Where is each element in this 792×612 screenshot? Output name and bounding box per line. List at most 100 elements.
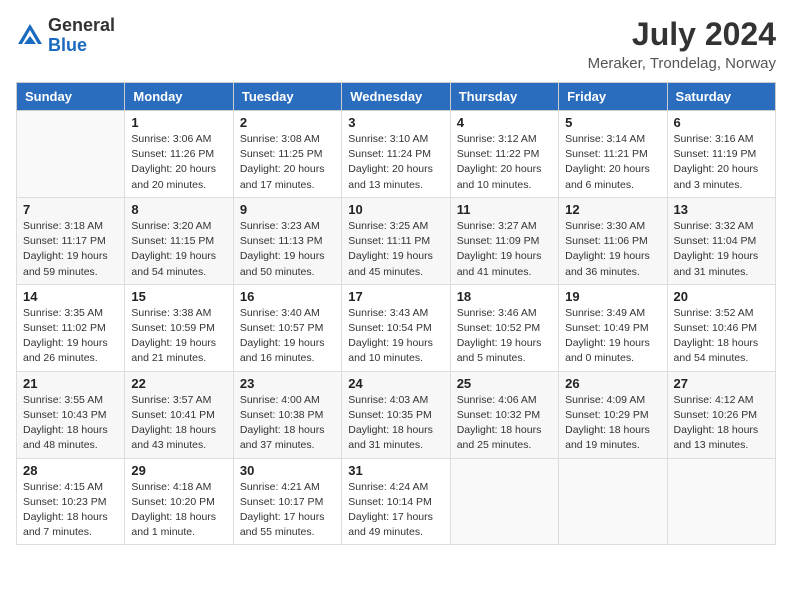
day-cell: 5Sunrise: 3:14 AM Sunset: 11:21 PM Dayli… (559, 111, 667, 198)
week-row-4: 21 Sunrise: 3:55 AM Sunset: 10:43 PM Dayl… (17, 371, 776, 458)
day-cell: 15 Sunrise: 3:38 AM Sunset: 10:59 PM Dayl… (125, 284, 233, 371)
day-info: Sunrise: 4:21 AM Sunset: 10:17 PM Daylig… (240, 480, 335, 541)
day-cell: 26 Sunrise: 4:09 AM Sunset: 10:29 PM Dayl… (559, 371, 667, 458)
day-number: 13 (674, 202, 769, 217)
column-header-thursday: Thursday (450, 83, 558, 111)
day-cell: 1Sunrise: 3:06 AM Sunset: 11:26 PM Dayli… (125, 111, 233, 198)
calendar-header-row: SundayMondayTuesdayWednesdayThursdayFrid… (17, 83, 776, 111)
day-info: Sunrise: 4:09 AM Sunset: 10:29 PM Daylig… (565, 393, 660, 454)
week-row-2: 7 Sunrise: 3:18 AM Sunset: 11:17 PM Dayli… (17, 197, 776, 284)
day-info: Sunrise: 3:43 AM Sunset: 10:54 PM Daylig… (348, 306, 443, 367)
day-info: Sunrise: 3:25 AM Sunset: 11:11 PM Daylig… (348, 219, 443, 280)
week-row-1: 1Sunrise: 3:06 AM Sunset: 11:26 PM Dayli… (17, 111, 776, 198)
day-info: Sunrise: 3:27 AM Sunset: 11:09 PM Daylig… (457, 219, 552, 280)
page-header: General Blue July 2024 Meraker, Trondela… (16, 16, 776, 72)
day-number: 4 (457, 115, 552, 130)
day-info: Sunrise: 3:20 AM Sunset: 11:15 PM Daylig… (131, 219, 226, 280)
day-cell: 10 Sunrise: 3:25 AM Sunset: 11:11 PM Dayl… (342, 197, 450, 284)
day-number: 24 (348, 376, 443, 391)
day-number: 26 (565, 376, 660, 391)
day-number: 15 (131, 289, 226, 304)
day-cell: 4 Sunrise: 3:12 AM Sunset: 11:22 PM Dayli… (450, 111, 558, 198)
day-cell: 29 Sunrise: 4:18 AM Sunset: 10:20 PM Dayl… (125, 458, 233, 545)
logo-blue: Blue (48, 35, 87, 55)
day-info: Sunrise: 4:00 AM Sunset: 10:38 PM Daylig… (240, 393, 335, 454)
logo-general: General (48, 15, 115, 35)
day-info: Sunrise: 3:23 AM Sunset: 11:13 PM Daylig… (240, 219, 335, 280)
logo-icon (16, 22, 44, 50)
title-block: July 2024 Meraker, Trondelag, Norway (588, 16, 776, 72)
day-info: Sunrise: 3:18 AM Sunset: 11:17 PM Daylig… (23, 219, 118, 280)
day-cell: 11 Sunrise: 3:27 AM Sunset: 11:09 PM Dayl… (450, 197, 558, 284)
day-info: Sunrise: 3:10 AM Sunset: 11:24 PM Daylig… (348, 132, 443, 193)
day-cell: 13 Sunrise: 3:32 AM Sunset: 11:04 PM Dayl… (667, 197, 775, 284)
day-cell: 12 Sunrise: 3:30 AM Sunset: 11:06 PM Dayl… (559, 197, 667, 284)
day-cell: 21 Sunrise: 3:55 AM Sunset: 10:43 PM Dayl… (17, 371, 125, 458)
day-info: Sunrise: 3:32 AM Sunset: 11:04 PM Daylig… (674, 219, 769, 280)
day-cell: 28Sunrise: 4:15 AM Sunset: 10:23 PM Dayl… (17, 458, 125, 545)
day-number: 31 (348, 463, 443, 478)
day-number: 10 (348, 202, 443, 217)
day-cell (17, 111, 125, 198)
calendar-table: SundayMondayTuesdayWednesdayThursdayFrid… (16, 82, 776, 545)
day-info: Sunrise: 3:49 AM Sunset: 10:49 PM Daylig… (565, 306, 660, 367)
day-number: 25 (457, 376, 552, 391)
day-number: 14 (23, 289, 118, 304)
day-number: 3 (348, 115, 443, 130)
day-info: Sunrise: 4:12 AM Sunset: 10:26 PM Daylig… (674, 393, 769, 454)
day-cell: 25 Sunrise: 4:06 AM Sunset: 10:32 PM Dayl… (450, 371, 558, 458)
day-cell: 3 Sunrise: 3:10 AM Sunset: 11:24 PM Dayli… (342, 111, 450, 198)
week-row-3: 14 Sunrise: 3:35 AM Sunset: 11:02 PM Dayl… (17, 284, 776, 371)
day-info: Sunrise: 3:52 AM Sunset: 10:46 PM Daylig… (674, 306, 769, 367)
logo-text: General Blue (48, 16, 115, 56)
day-number: 28 (23, 463, 118, 478)
day-number: 18 (457, 289, 552, 304)
day-cell: 16Sunrise: 3:40 AM Sunset: 10:57 PM Dayl… (233, 284, 341, 371)
day-number: 9 (240, 202, 335, 217)
day-number: 1 (131, 115, 226, 130)
day-cell: 31 Sunrise: 4:24 AM Sunset: 10:14 PM Dayl… (342, 458, 450, 545)
week-row-5: 28Sunrise: 4:15 AM Sunset: 10:23 PM Dayl… (17, 458, 776, 545)
day-cell: 2Sunrise: 3:08 AM Sunset: 11:25 PM Dayli… (233, 111, 341, 198)
day-info: Sunrise: 3:46 AM Sunset: 10:52 PM Daylig… (457, 306, 552, 367)
day-number: 6 (674, 115, 769, 130)
day-number: 20 (674, 289, 769, 304)
day-number: 29 (131, 463, 226, 478)
day-number: 16 (240, 289, 335, 304)
day-cell: 7 Sunrise: 3:18 AM Sunset: 11:17 PM Dayli… (17, 197, 125, 284)
day-number: 22 (131, 376, 226, 391)
day-info: Sunrise: 3:55 AM Sunset: 10:43 PM Daylig… (23, 393, 118, 454)
day-cell: 23 Sunrise: 4:00 AM Sunset: 10:38 PM Dayl… (233, 371, 341, 458)
day-info: Sunrise: 3:30 AM Sunset: 11:06 PM Daylig… (565, 219, 660, 280)
day-number: 12 (565, 202, 660, 217)
day-cell: 22Sunrise: 3:57 AM Sunset: 10:41 PM Dayl… (125, 371, 233, 458)
day-info: Sunrise: 4:18 AM Sunset: 10:20 PM Daylig… (131, 480, 226, 541)
column-header-friday: Friday (559, 83, 667, 111)
day-number: 7 (23, 202, 118, 217)
logo: General Blue (16, 16, 115, 56)
day-info: Sunrise: 3:35 AM Sunset: 11:02 PM Daylig… (23, 306, 118, 367)
day-cell: 8 Sunrise: 3:20 AM Sunset: 11:15 PM Dayli… (125, 197, 233, 284)
day-number: 17 (348, 289, 443, 304)
column-header-wednesday: Wednesday (342, 83, 450, 111)
day-info: Sunrise: 3:12 AM Sunset: 11:22 PM Daylig… (457, 132, 552, 193)
column-header-sunday: Sunday (17, 83, 125, 111)
day-info: Sunrise: 3:38 AM Sunset: 10:59 PM Daylig… (131, 306, 226, 367)
column-header-tuesday: Tuesday (233, 83, 341, 111)
day-number: 21 (23, 376, 118, 391)
day-cell: 14 Sunrise: 3:35 AM Sunset: 11:02 PM Dayl… (17, 284, 125, 371)
day-number: 8 (131, 202, 226, 217)
column-header-saturday: Saturday (667, 83, 775, 111)
day-info: Sunrise: 4:24 AM Sunset: 10:14 PM Daylig… (348, 480, 443, 541)
day-cell (667, 458, 775, 545)
day-cell: 6Sunrise: 3:16 AM Sunset: 11:19 PM Dayli… (667, 111, 775, 198)
day-cell: 20 Sunrise: 3:52 AM Sunset: 10:46 PM Dayl… (667, 284, 775, 371)
day-cell: 17 Sunrise: 3:43 AM Sunset: 10:54 PM Dayl… (342, 284, 450, 371)
month-year: July 2024 (588, 16, 776, 53)
day-number: 11 (457, 202, 552, 217)
day-number: 23 (240, 376, 335, 391)
day-info: Sunrise: 3:14 AM Sunset: 11:21 PM Daylig… (565, 132, 660, 193)
day-info: Sunrise: 4:06 AM Sunset: 10:32 PM Daylig… (457, 393, 552, 454)
day-cell (559, 458, 667, 545)
day-info: Sunrise: 3:08 AM Sunset: 11:25 PM Daylig… (240, 132, 335, 193)
